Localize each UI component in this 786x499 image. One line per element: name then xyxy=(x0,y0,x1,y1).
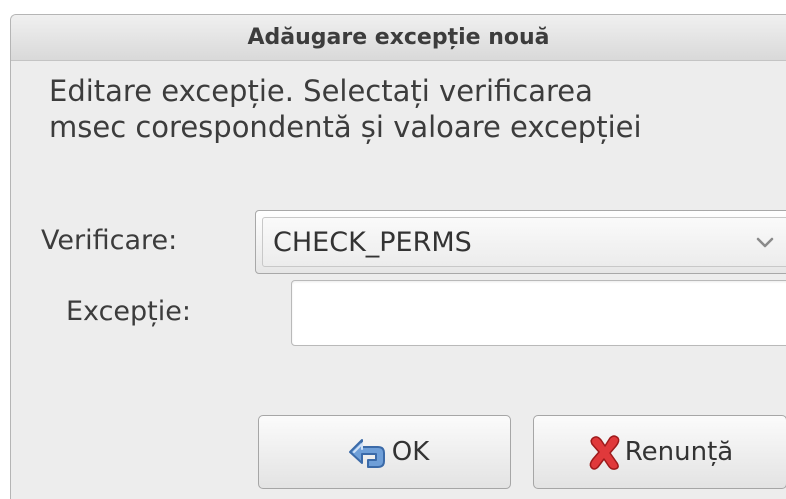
red-x-icon xyxy=(589,435,620,470)
ok-button[interactable]: OK xyxy=(258,415,511,489)
ok-button-label: OK xyxy=(391,437,430,467)
check-selected-value: CHECK_PERMS xyxy=(273,227,472,258)
undo-arrow-icon xyxy=(348,439,385,468)
cancel-button[interactable]: Renunță xyxy=(533,415,786,489)
cancel-button-label: Renunță xyxy=(624,437,734,467)
chevron-down-icon[interactable] xyxy=(754,231,776,253)
dialog-window: Adăugare excepție nouă Editare excepție.… xyxy=(10,14,786,499)
check-label: Verificare: xyxy=(41,225,178,256)
exception-input[interactable] xyxy=(291,280,786,346)
title-bar[interactable]: Adăugare excepție nouă xyxy=(11,15,786,61)
exception-label: Excepție: xyxy=(66,296,191,327)
dialog-title: Adăugare excepție nouă xyxy=(247,25,550,50)
check-combobox[interactable]: CHECK_PERMS xyxy=(255,210,786,274)
dialog-description: Editare excepție. Selectați verificarea … xyxy=(49,74,642,144)
